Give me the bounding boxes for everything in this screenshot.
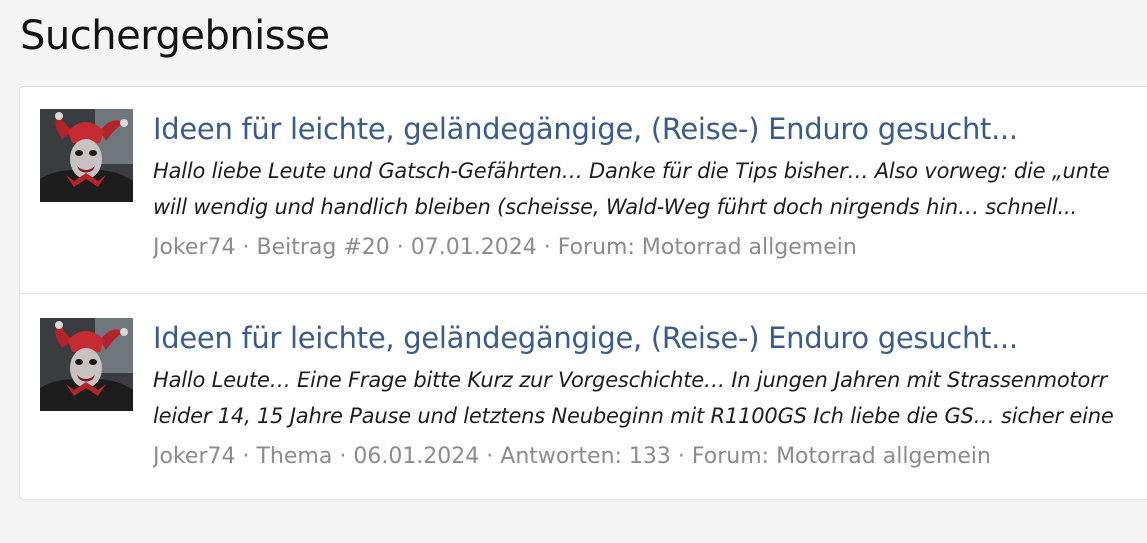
forum-link[interactable]: Forum: Motorrad allgemein (692, 444, 991, 469)
search-result-item: Ideen für leichte, geländegängige, (Reis… (20, 87, 1147, 294)
user-avatar[interactable] (40, 318, 133, 411)
result-content: Ideen für leichte, geländegängige, (Reis… (153, 318, 1147, 474)
post-type: Thema (256, 444, 333, 469)
snippet-line: leider 14, 15 Jahre Pause und letztens N… (153, 404, 1114, 428)
meta-separator: · (486, 444, 494, 469)
snippet-line: Hallo liebe Leute und Gatsch-Gefährten… … (153, 159, 1110, 183)
result-title-link[interactable]: Ideen für leichte, geländegängige, (Reis… (153, 318, 1147, 358)
result-title-link[interactable]: Ideen für leichte, geländegängige, (Reis… (153, 109, 1147, 149)
meta-separator: · (242, 235, 250, 260)
result-meta: Joker74 · Thema · 06.01.2024 · Antworten: 133 ·… (153, 440, 1147, 474)
result-snippet: Hallo Leute… Eine Frage bitte Kurz zur V… (153, 362, 1147, 434)
post-number: Beitrag #20 (256, 235, 390, 260)
post-date: 07.01.2024 (410, 235, 537, 260)
snippet-line: Hallo Leute… Eine Frage bitte Kurz zur V… (153, 368, 1108, 392)
meta-separator: · (677, 444, 685, 469)
meta-separator: · (242, 444, 250, 469)
snippet-line: will wendig und handlich bleiben (scheis… (153, 195, 1077, 219)
post-date: 06.01.2024 (353, 444, 480, 469)
meta-separator: · (543, 235, 551, 260)
jester-avatar-icon (40, 109, 133, 202)
meta-separator: · (396, 235, 404, 260)
result-content: Ideen für leichte, geländegängige, (Reis… (153, 109, 1147, 265)
search-result-item: Ideen für leichte, geländegängige, (Reis… (20, 294, 1147, 501)
meta-separator: · (339, 444, 347, 469)
search-results-list: Ideen für leichte, geländegängige, (Reis… (19, 86, 1147, 500)
author-link[interactable]: Joker74 (153, 235, 235, 260)
result-snippet: Hallo liebe Leute und Gatsch-Gefährten… … (153, 153, 1147, 225)
user-avatar[interactable] (40, 109, 133, 202)
forum-link[interactable]: Forum: Motorrad allgemein (558, 235, 857, 260)
jester-avatar-icon (40, 318, 133, 411)
result-meta: Joker74 · Beitrag #20 · 07.01.2024 · Forum: Mo… (153, 231, 1147, 265)
reply-count: Antworten: 133 (500, 444, 671, 469)
author-link[interactable]: Joker74 (153, 444, 235, 469)
page-title: Suchergebnisse (20, 13, 330, 59)
